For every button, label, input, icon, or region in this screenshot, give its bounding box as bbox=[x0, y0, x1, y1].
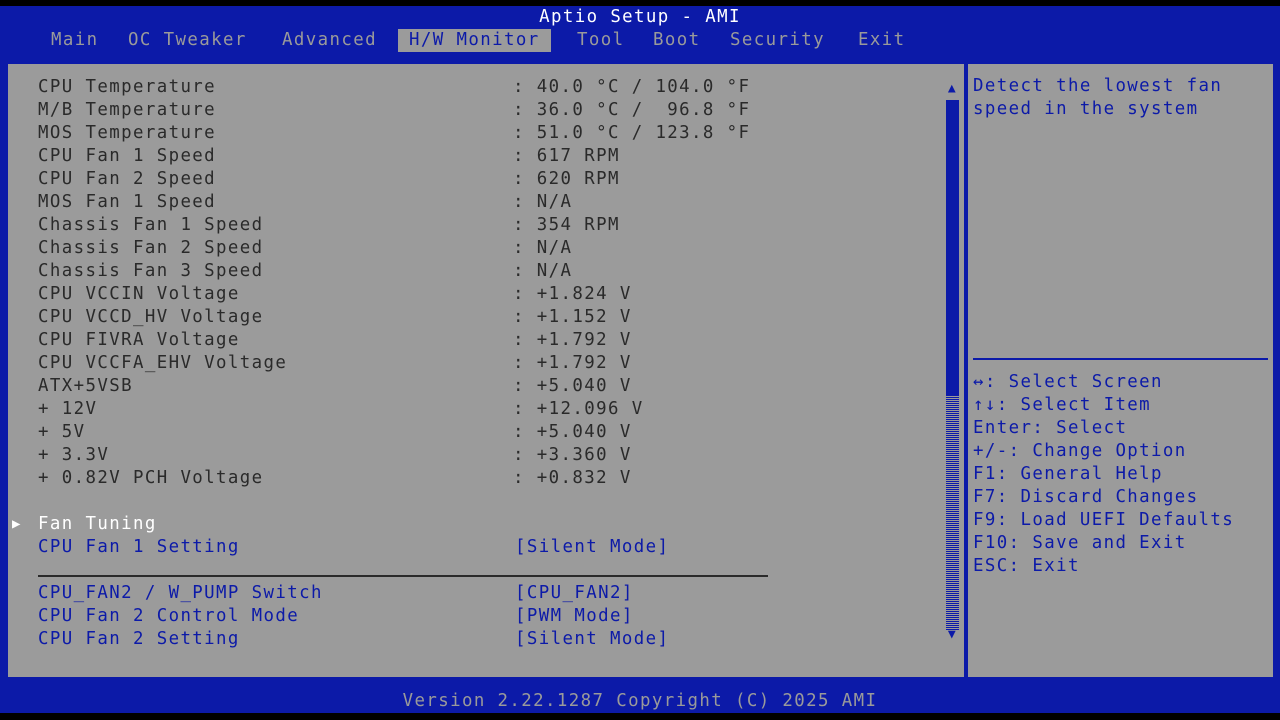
cpu-fan1-setting-label[interactable]: CPU Fan 1 Setting bbox=[38, 536, 240, 559]
settings-panel: CPU Temperature : 40.0 °C / 104.0 °F M/B… bbox=[8, 64, 964, 677]
chassis-fan3-speed-label: Chassis Fan 3 Speed bbox=[38, 261, 264, 281]
scrollbar-thumb[interactable] bbox=[946, 100, 959, 396]
app-title: Aptio Setup - AMI bbox=[539, 7, 741, 27]
scroll-down-arrow-icon[interactable]: ▼ bbox=[944, 628, 961, 642]
chassis-fan1-speed-value: : 354 RPM bbox=[513, 215, 620, 235]
cpu-fan1-speed-label: CPU Fan 1 Speed bbox=[38, 146, 217, 166]
cpu-fan1-setting-value[interactable]: [Silent Mode] bbox=[515, 536, 669, 559]
mos-fan1-speed-label: MOS Fan 1 Speed bbox=[38, 192, 217, 212]
mb-temperature-label: M/B Temperature bbox=[38, 100, 217, 120]
chassis-fan2-speed-label: Chassis Fan 2 Speed bbox=[38, 238, 264, 258]
key-hint-select-item: ↑↓: Select Item bbox=[973, 395, 1152, 415]
rail-5v-label: + 5V bbox=[38, 422, 86, 442]
mos-temperature-value: : 51.0 °C / 123.8 °F bbox=[513, 123, 751, 143]
tab-boot[interactable]: Boot bbox=[653, 29, 700, 52]
cpu-vccfa-ehv-voltage-label: CPU VCCFA_EHV Voltage bbox=[38, 353, 288, 373]
cpu-vccin-voltage-value: : +1.824 V bbox=[513, 284, 632, 304]
atx-5vsb-label: ATX+5VSB bbox=[38, 376, 133, 396]
tab-tool[interactable]: Tool bbox=[577, 29, 624, 52]
main-area: CPU Temperature : 40.0 °C / 104.0 °F M/B… bbox=[0, 52, 1280, 690]
tab-main[interactable]: Main bbox=[51, 29, 98, 52]
cpu-fan2-control-mode-value[interactable]: [PWM Mode] bbox=[515, 605, 634, 628]
cpu-fan2-speed-value: : 620 RPM bbox=[513, 169, 620, 189]
help-divider bbox=[973, 358, 1268, 360]
tab-oc-tweaker[interactable]: OC Tweaker bbox=[128, 29, 247, 52]
pch-voltage-label: + 0.82V PCH Voltage bbox=[38, 468, 264, 488]
help-panel: Detect the lowest fan speed in the syste… bbox=[968, 64, 1273, 677]
fan-tuning-submenu[interactable]: Fan Tuning bbox=[38, 513, 157, 536]
key-hint-discard-changes: F7: Discard Changes bbox=[973, 487, 1199, 507]
cpu-fan2-switch-value[interactable]: [CPU_FAN2] bbox=[515, 582, 634, 605]
cpu-temperature-value: : 40.0 °C / 104.0 °F bbox=[513, 77, 751, 97]
mos-temperature-label: MOS Temperature bbox=[38, 123, 217, 143]
atx-5vsb-value: : +5.040 V bbox=[513, 376, 632, 396]
chassis-fan3-speed-value: : N/A bbox=[513, 261, 573, 281]
bios-header: Aptio Setup - AMI Main OC Tweaker Advanc… bbox=[0, 6, 1280, 52]
rail-5v-value: : +5.040 V bbox=[513, 422, 632, 442]
chassis-fan2-speed-value: : N/A bbox=[513, 238, 573, 258]
pch-voltage-value: : +0.832 V bbox=[513, 468, 632, 488]
key-hint-exit: ESC: Exit bbox=[973, 556, 1080, 576]
cpu-fan1-speed-value: : 617 RPM bbox=[513, 146, 620, 166]
cpu-fan2-control-mode-label[interactable]: CPU Fan 2 Control Mode bbox=[38, 605, 299, 628]
cpu-fan2-switch-label[interactable]: CPU_FAN2 / W_PUMP Switch bbox=[38, 582, 323, 605]
tab-security[interactable]: Security bbox=[730, 29, 825, 52]
key-hint-save-exit: F10: Save and Exit bbox=[973, 533, 1187, 553]
rail-3v3-value: : +3.360 V bbox=[513, 445, 632, 465]
key-hint-select-screen: ↔: Select Screen bbox=[973, 372, 1163, 392]
cpu-fivra-voltage-label: CPU FIVRA Voltage bbox=[38, 330, 240, 350]
scroll-up-arrow-icon[interactable]: ▲ bbox=[944, 82, 961, 96]
tab-hw-monitor[interactable]: H/W Monitor bbox=[398, 29, 551, 52]
submenu-arrow-icon: ▶ bbox=[12, 516, 22, 532]
key-hint-general-help: F1: General Help bbox=[973, 464, 1163, 484]
cpu-fan2-setting-value[interactable]: [Silent Mode] bbox=[515, 628, 669, 651]
chassis-fan1-speed-label: Chassis Fan 1 Speed bbox=[38, 215, 264, 235]
cpu-fan2-speed-label: CPU Fan 2 Speed bbox=[38, 169, 217, 189]
section-divider bbox=[38, 575, 768, 577]
cpu-vccfa-ehv-voltage-value: : +1.792 V bbox=[513, 353, 632, 373]
cpu-temperature-label: CPU Temperature bbox=[38, 77, 217, 97]
mb-temperature-value: : 36.0 °C / 96.8 °F bbox=[513, 100, 751, 120]
cpu-vccd-hv-voltage-value: : +1.152 V bbox=[513, 307, 632, 327]
key-hint-load-defaults: F9: Load UEFI Defaults bbox=[973, 510, 1235, 530]
cpu-fan2-setting-label[interactable]: CPU Fan 2 Setting bbox=[38, 628, 240, 651]
key-hint-change-option: +/-: Change Option bbox=[973, 441, 1187, 461]
mos-fan1-speed-value: : N/A bbox=[513, 192, 573, 212]
cpu-fivra-voltage-value: : +1.792 V bbox=[513, 330, 632, 350]
cpu-vccin-voltage-label: CPU VCCIN Voltage bbox=[38, 284, 240, 304]
rail-12v-value: : +12.096 V bbox=[513, 399, 644, 419]
help-description: Detect the lowest fan speed in the syste… bbox=[973, 76, 1235, 119]
tab-exit[interactable]: Exit bbox=[858, 29, 905, 52]
key-hint-enter: Enter: Select bbox=[973, 418, 1128, 438]
tab-advanced[interactable]: Advanced bbox=[282, 29, 377, 52]
version-footer: Version 2.22.1287 Copyright (C) 2025 AMI bbox=[0, 690, 1280, 713]
rail-12v-label: + 12V bbox=[38, 399, 98, 419]
cpu-vccd-hv-voltage-label: CPU VCCD_HV Voltage bbox=[38, 307, 264, 327]
rail-3v3-label: + 3.3V bbox=[38, 445, 110, 465]
